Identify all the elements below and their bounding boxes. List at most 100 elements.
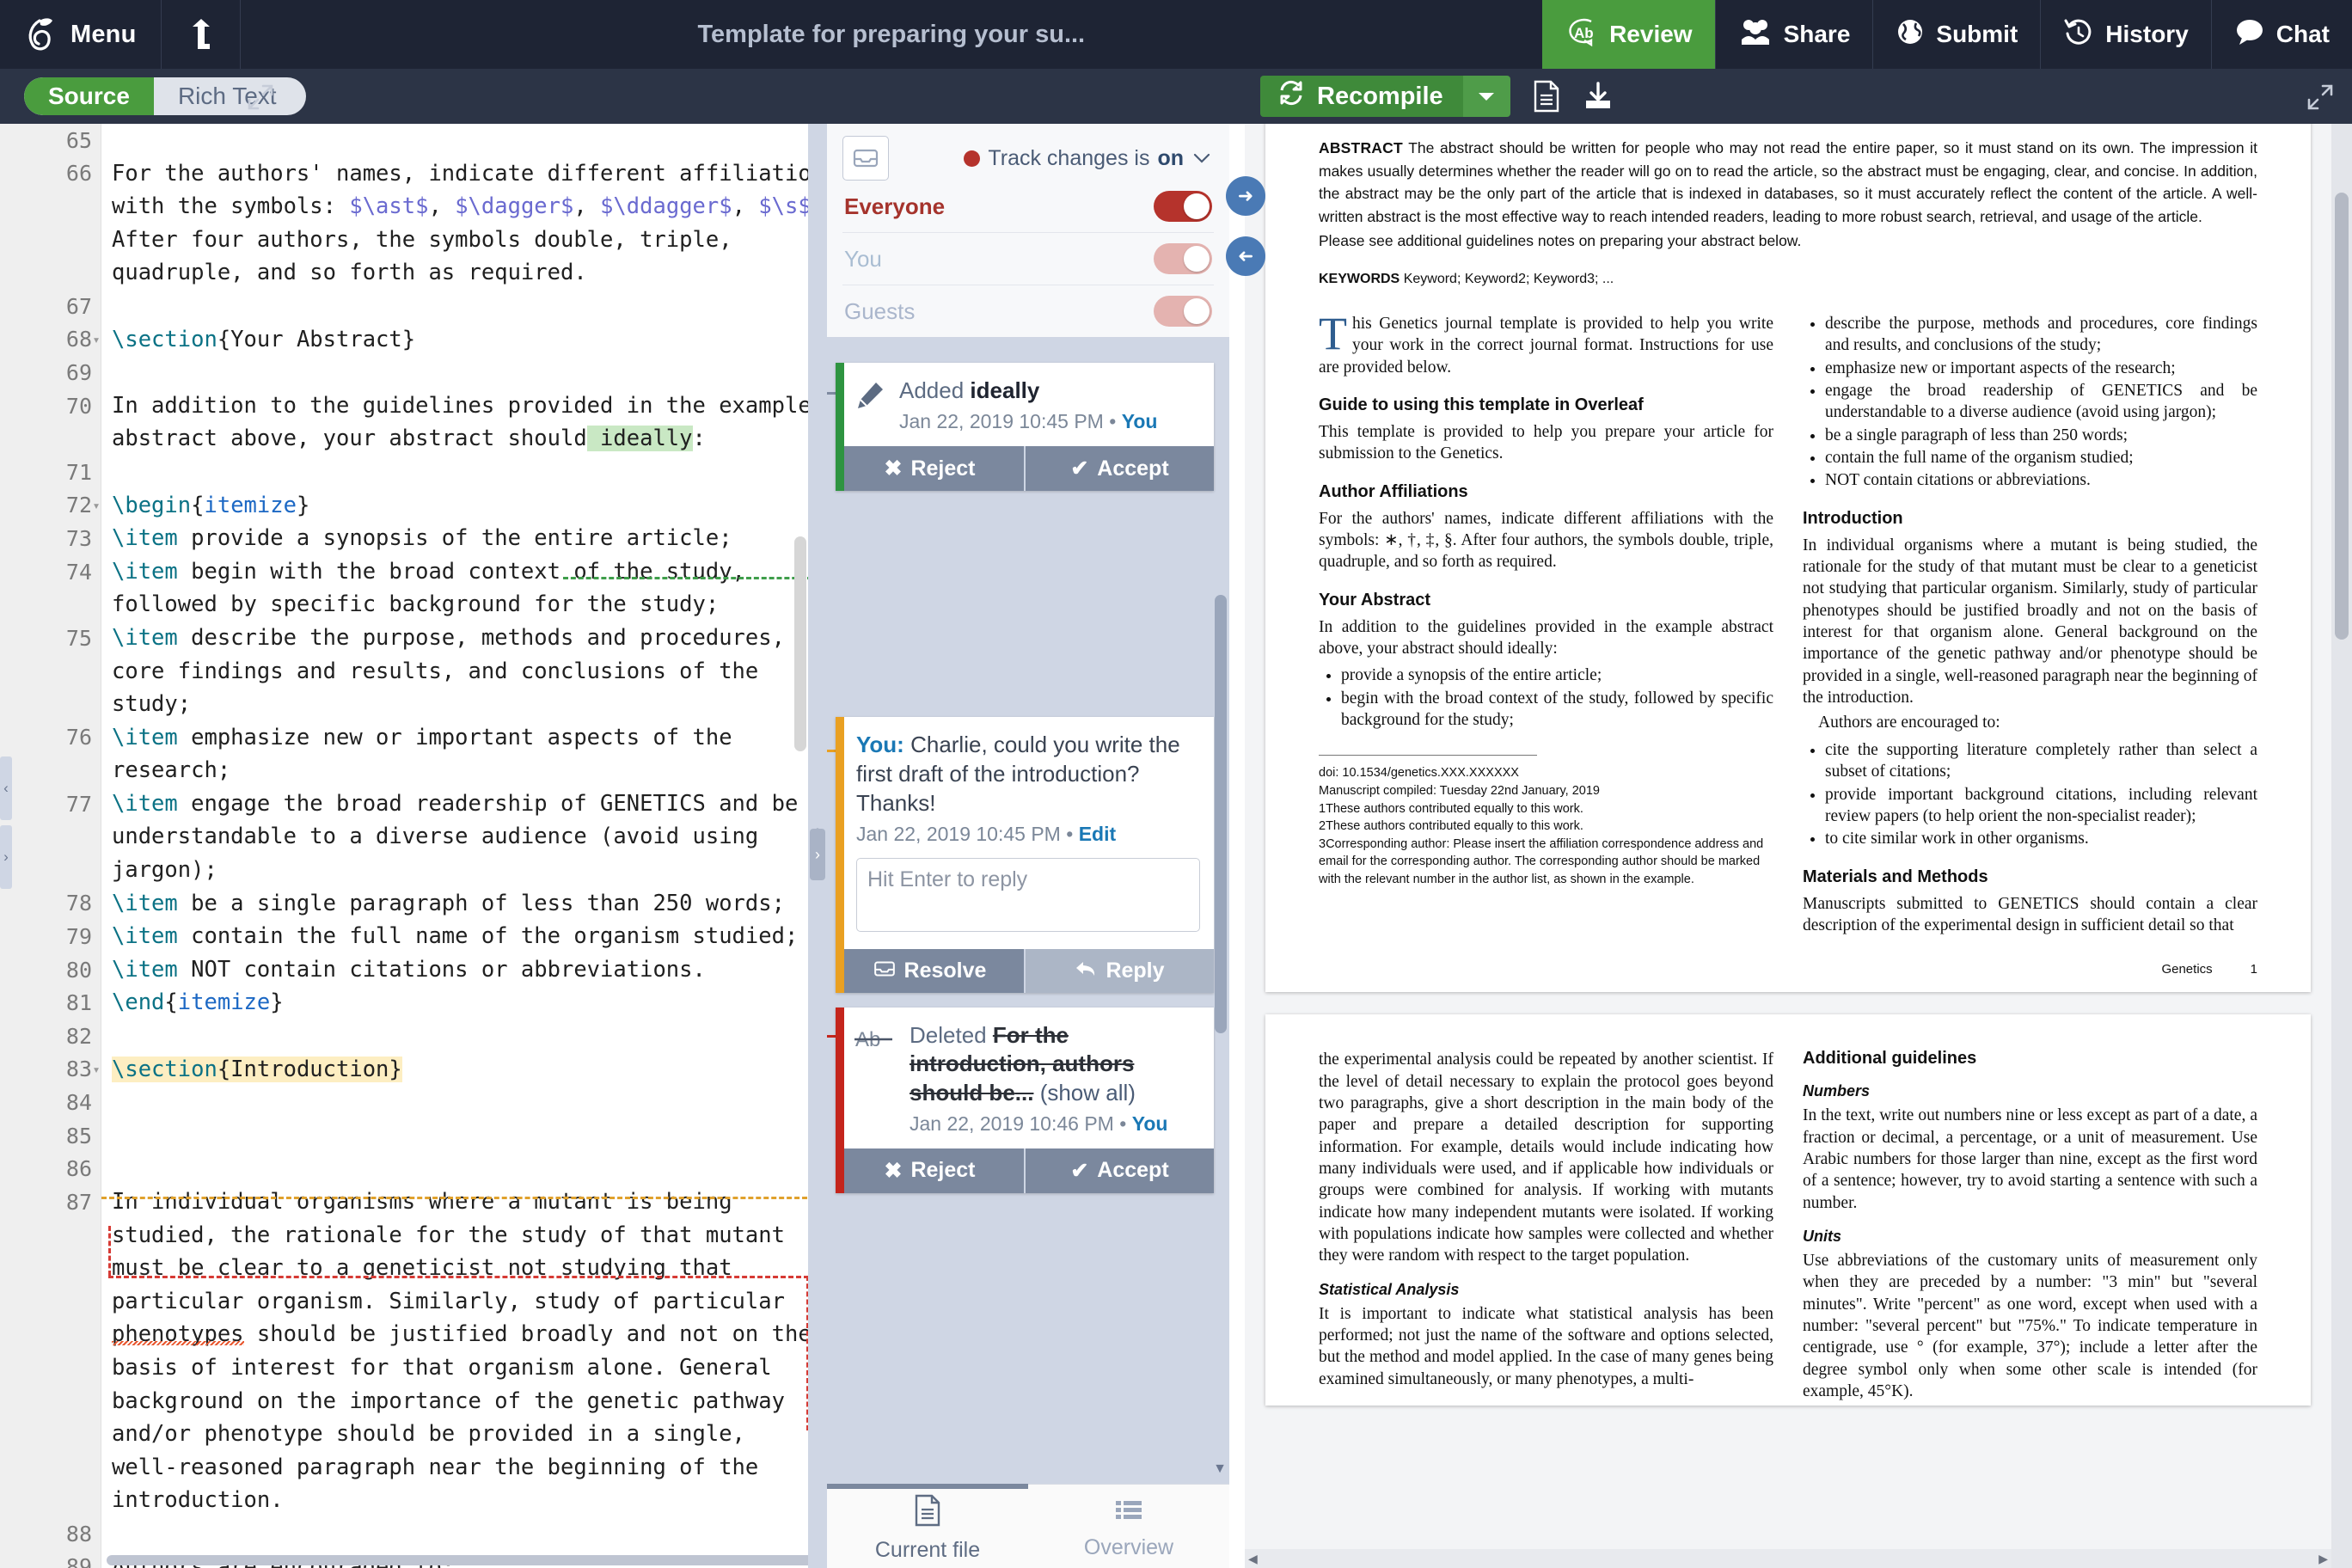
- toggle-guests[interactable]: [1154, 296, 1212, 327]
- code-line[interactable]: In addition to the guidelines provided i…: [112, 389, 808, 423]
- code-line[interactable]: studied, the rationale for the study of …: [112, 1219, 808, 1253]
- recompile-button[interactable]: Recompile: [1260, 76, 1510, 117]
- change-card-deleted[interactable]: Ab Deleted For the introduction, authors…: [836, 1008, 1214, 1193]
- chat-button[interactable]: Chat: [2210, 0, 2352, 69]
- reject-button-added[interactable]: ✖ Reject: [836, 446, 1024, 492]
- code-line[interactable]: core findings and results, and conclusio…: [112, 655, 808, 689]
- code-line[interactable]: introduction.: [112, 1484, 808, 1517]
- code-line[interactable]: \section{Introduction}: [112, 1053, 808, 1087]
- comment-card[interactable]: You: Charlie, could you write the first …: [836, 717, 1214, 994]
- review-scroll-down-arrow[interactable]: ▼: [1210, 1458, 1229, 1480]
- editor-collapse-tab[interactable]: ›: [810, 829, 825, 880]
- prev-change-button[interactable]: ➜: [1226, 236, 1265, 276]
- pdf-expand-icon[interactable]: [2306, 83, 2335, 116]
- next-change-button[interactable]: ➜: [1226, 176, 1265, 216]
- recompile-options-caret[interactable]: [1461, 76, 1510, 117]
- added-user[interactable]: You: [1122, 410, 1158, 432]
- code-line[interactable]: and/or phenotype should be provided in a…: [112, 1418, 808, 1451]
- reject-button-deleted[interactable]: ✖ Reject: [836, 1148, 1024, 1193]
- code-editor[interactable]: 65 66 67 68 ▾ 69 70 71 72 ▾ 73 74 75 76 77 78 79 80 81 82 83…: [0, 124, 808, 1568]
- code-line[interactable]: \item contain the full name of the organ…: [112, 920, 808, 953]
- code-line[interactable]: well-reasoned paragraph near the beginni…: [112, 1451, 808, 1485]
- toggle-you[interactable]: [1154, 243, 1212, 274]
- code-horizontal-scrollbar[interactable]: [107, 1555, 808, 1565]
- upload-button[interactable]: [162, 0, 241, 69]
- code-line[interactable]: \section{Your Abstract}: [112, 323, 808, 357]
- code-line[interactable]: understandable to a diverse audience (av…: [112, 820, 808, 854]
- code-line[interactable]: \item emphasize new or important aspects…: [112, 721, 808, 755]
- code-line[interactable]: background on the importance of the gene…: [112, 1385, 808, 1418]
- rich-text-tab[interactable]: Rich Text: [154, 77, 306, 115]
- code-line[interactable]: \end{itemize}: [112, 986, 808, 1020]
- code-line[interactable]: phenotypes should be justified broadly a…: [112, 1318, 808, 1351]
- track-changes-status[interactable]: Track changes is on: [897, 146, 1214, 171]
- code-line[interactable]: [112, 1086, 808, 1119]
- code-line[interactable]: For the authors' names, indicate differe…: [112, 157, 808, 191]
- code-line[interactable]: In individual organisms where a mutant i…: [112, 1185, 808, 1219]
- menu-button[interactable]: Menu: [0, 0, 162, 69]
- review-button[interactable]: Ab Review: [1542, 0, 1715, 69]
- code-line[interactable]: \item NOT contain citations or abbreviat…: [112, 953, 808, 987]
- pane-resizer[interactable]: ›: [808, 124, 827, 1568]
- code-line[interactable]: quadruple, and so forth as required.: [112, 256, 808, 290]
- pdf-horizontal-scrollbar[interactable]: ◀ ▶: [1245, 1549, 2331, 1568]
- code-line[interactable]: [112, 124, 808, 157]
- pdf-scrollbar-thumb[interactable]: [2335, 193, 2349, 640]
- reply-input[interactable]: [856, 858, 1200, 933]
- download-pdf-button[interactable]: [1583, 82, 1614, 111]
- code-line[interactable]: \item begin with the broad context of th…: [112, 555, 808, 589]
- fold-triangle-icon[interactable]: ▾: [90, 498, 102, 513]
- code-line[interactable]: [112, 290, 808, 323]
- scroll-right-arrow-icon[interactable]: ▶: [2318, 1552, 2328, 1566]
- file-tree-expand-tab[interactable]: ›: [0, 825, 12, 889]
- code-line[interactable]: study;: [112, 688, 808, 721]
- tab-overview[interactable]: Overview: [1028, 1485, 1229, 1568]
- code-line[interactable]: [112, 456, 808, 489]
- toggle-everyone[interactable]: [1154, 191, 1212, 222]
- comment-edit-link[interactable]: Edit: [1079, 823, 1116, 845]
- review-cards-scroll[interactable]: Added ideally Jan 22, 2019 10:45 PM • Yo…: [827, 337, 1229, 1484]
- pdf-collapse-tab[interactable]: ‹: [0, 756, 12, 820]
- compile-log-button[interactable]: [1533, 80, 1560, 113]
- pdf-viewer[interactable]: author one affiliation; author two affil…: [1245, 124, 2352, 1568]
- code-line[interactable]: \item provide a synopsis of the entire a…: [112, 522, 808, 555]
- code-vertical-scrollbar[interactable]: [794, 536, 806, 751]
- code-line[interactable]: [112, 1020, 808, 1053]
- fold-triangle-icon[interactable]: ▾: [90, 1062, 102, 1077]
- history-button[interactable]: History: [2040, 0, 2210, 69]
- chevron-down-icon[interactable]: [1191, 146, 1212, 171]
- code-line[interactable]: [112, 1119, 808, 1153]
- fold-triangle-icon[interactable]: ▾: [90, 332, 102, 347]
- code-line[interactable]: [112, 356, 808, 389]
- code-line[interactable]: abstract above, your abstract should ide…: [112, 422, 808, 456]
- show-all-link[interactable]: (show all): [1040, 1080, 1136, 1106]
- code-line[interactable]: jargon);: [112, 854, 808, 887]
- editor-expand-icon[interactable]: [246, 83, 275, 116]
- accept-button-added[interactable]: ✔ Accept: [1024, 446, 1214, 492]
- code-line[interactable]: [112, 1517, 808, 1551]
- code-text[interactable]: For the authors' names, indicate differe…: [101, 124, 808, 1568]
- submit-button[interactable]: Submit: [1872, 0, 2040, 69]
- tab-current-file[interactable]: Current file: [827, 1484, 1028, 1568]
- code-line[interactable]: particular organism. Similarly, study of…: [112, 1285, 808, 1319]
- code-line[interactable]: basis of interest for that organism alon…: [112, 1351, 808, 1385]
- share-button[interactable]: Share: [1714, 0, 1873, 69]
- code-line[interactable]: \item describe the purpose, methods and …: [112, 622, 808, 655]
- accept-button-deleted[interactable]: ✔ Accept: [1024, 1148, 1214, 1193]
- change-card-added[interactable]: Added ideally Jan 22, 2019 10:45 PM • Yo…: [836, 363, 1214, 492]
- reply-button[interactable]: Reply: [1024, 949, 1214, 994]
- scroll-left-arrow-icon[interactable]: ◀: [1248, 1552, 1258, 1566]
- code-line[interactable]: must be clear to a geneticist not studyi…: [112, 1252, 808, 1285]
- code-line[interactable]: [112, 1152, 808, 1185]
- resolve-button[interactable]: Resolve: [836, 949, 1024, 994]
- code-line[interactable]: \begin{itemize}: [112, 489, 808, 523]
- code-line[interactable]: After four authors, the symbols double, …: [112, 224, 808, 257]
- code-line[interactable]: with the symbols: $\ast$, $\dagger$, $\d…: [112, 190, 808, 224]
- code-line[interactable]: \item engage the broad readership of GEN…: [112, 787, 808, 821]
- deleted-user[interactable]: You: [1132, 1112, 1168, 1135]
- review-vertical-scrollbar[interactable]: [1215, 595, 1227, 1033]
- code-line[interactable]: \item be a single paragraph of less than…: [112, 887, 808, 921]
- pdf-scrollbar-track[interactable]: [2331, 124, 2352, 1568]
- resolved-comments-button[interactable]: [842, 136, 889, 181]
- code-line[interactable]: research;: [112, 754, 808, 787]
